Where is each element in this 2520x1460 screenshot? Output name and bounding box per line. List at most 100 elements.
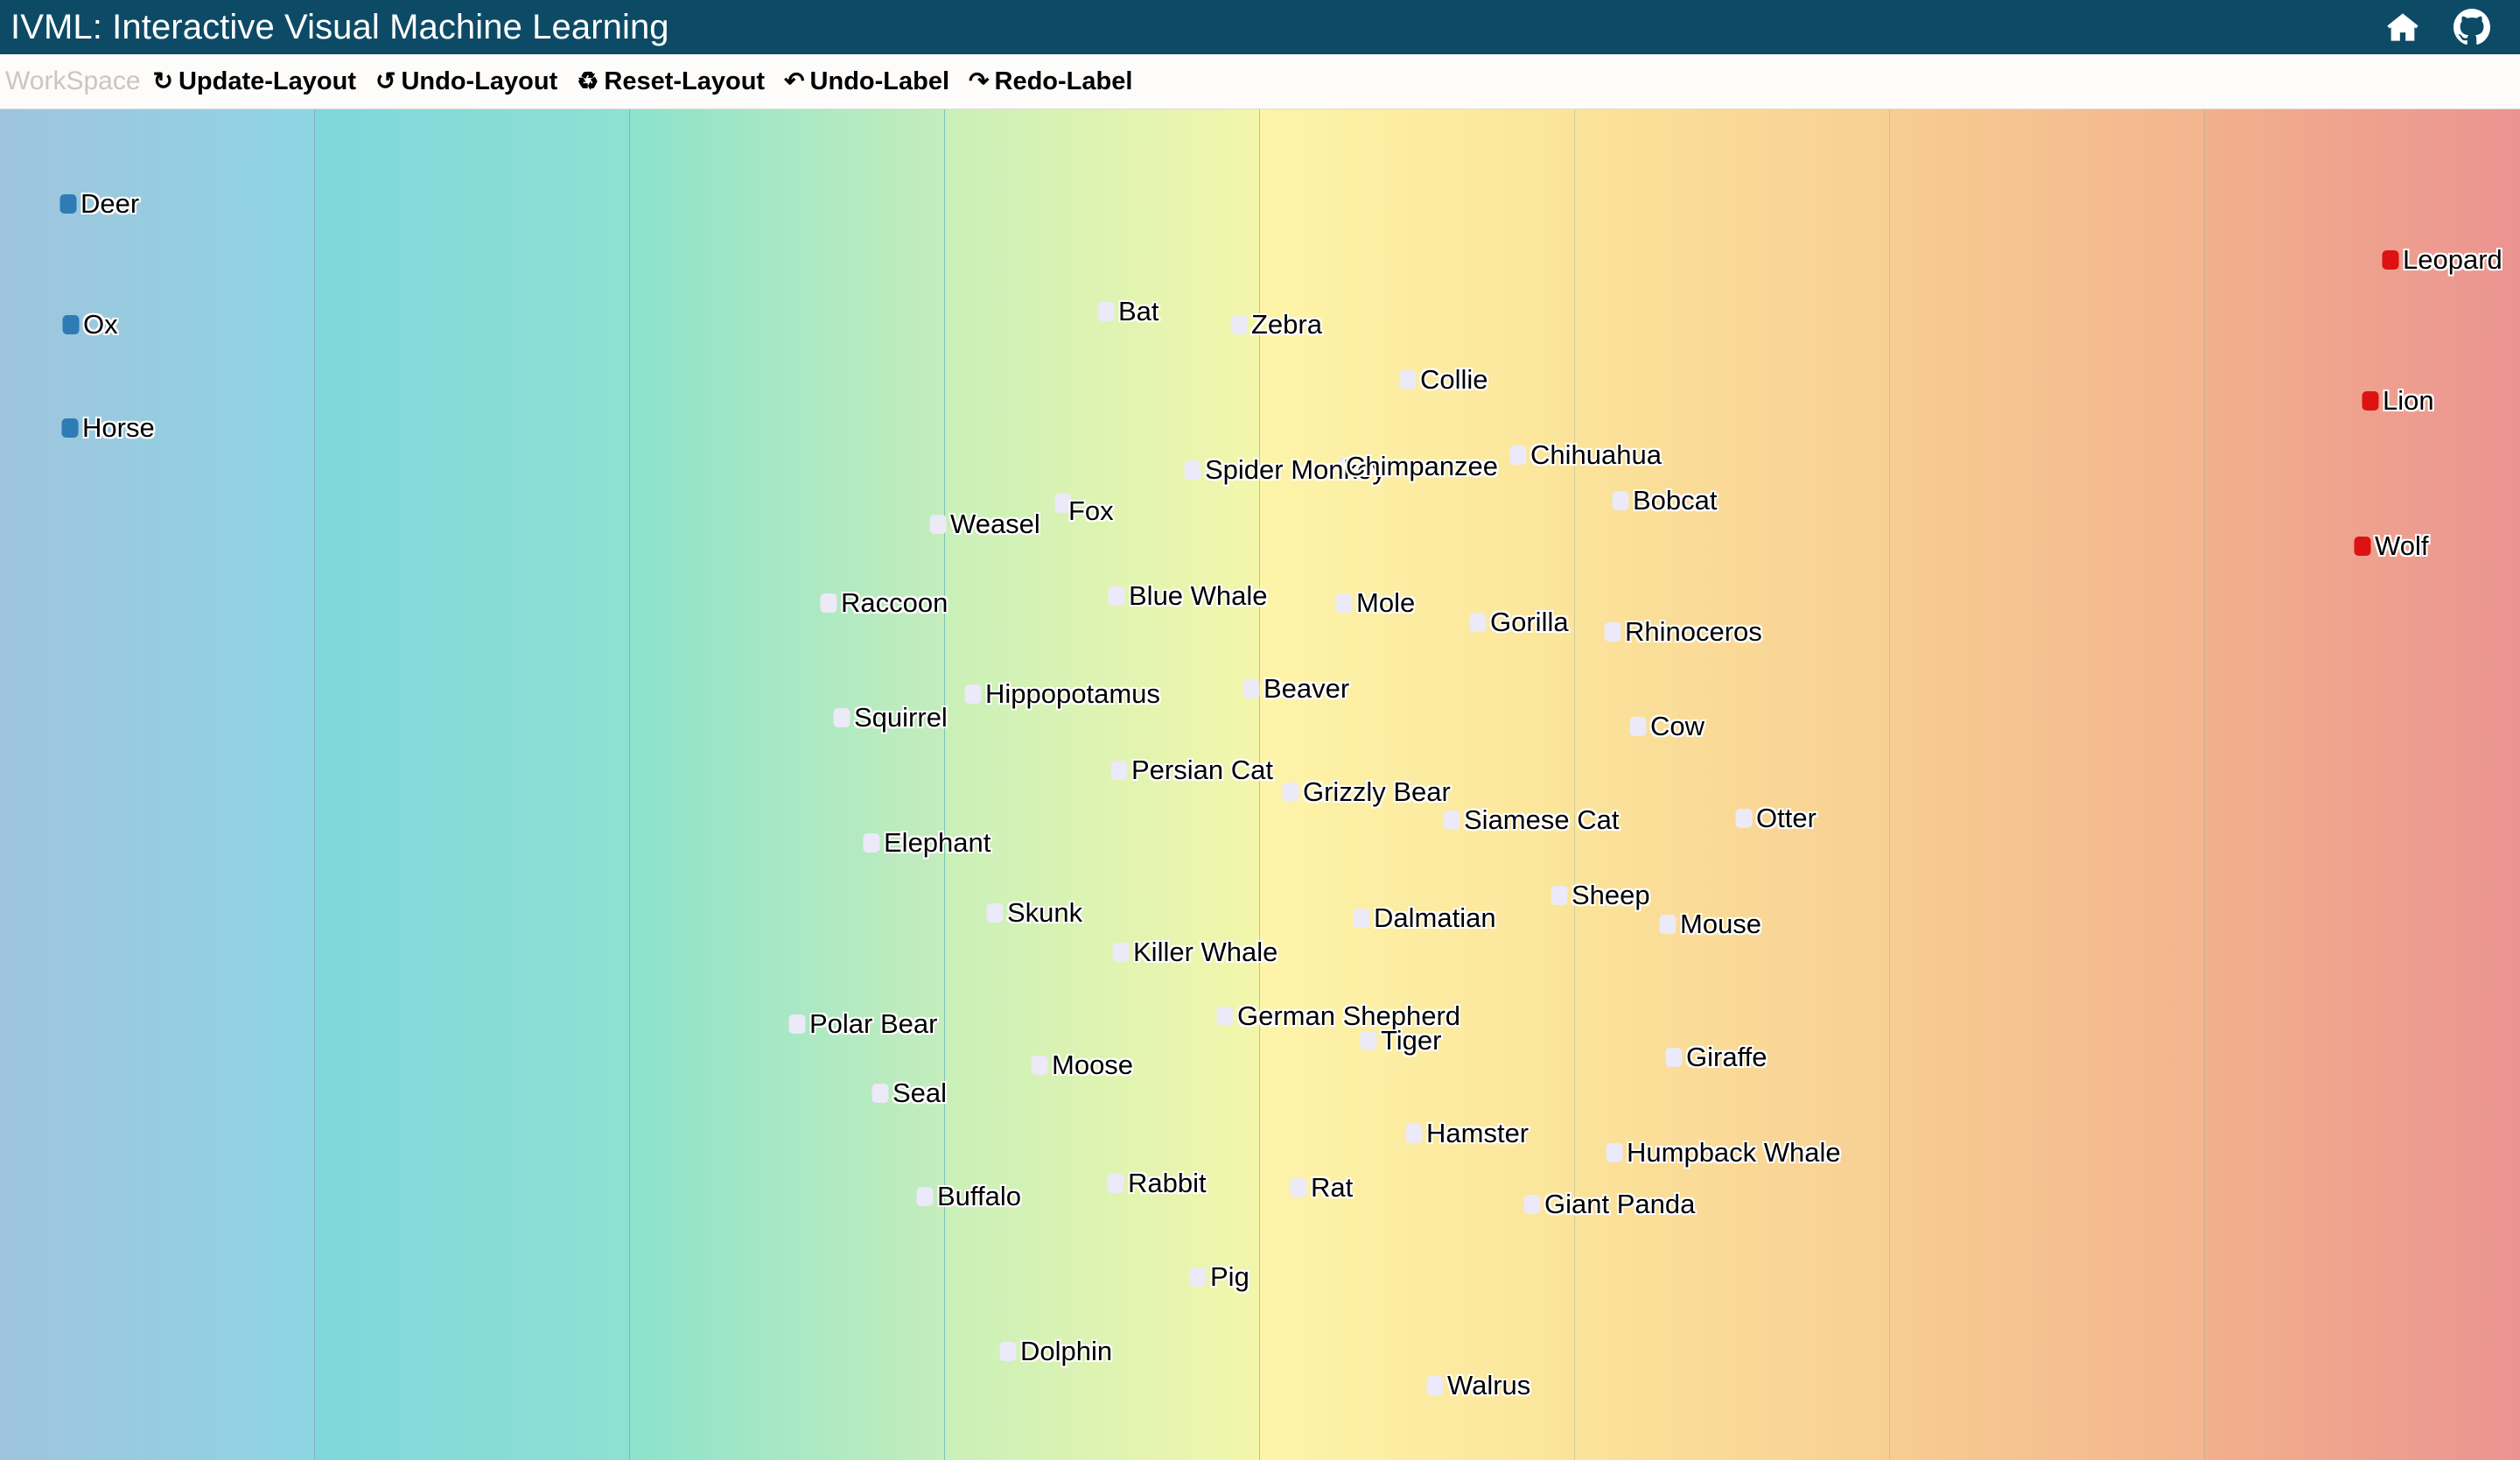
data-point-marker[interactable] <box>1112 943 1130 962</box>
data-point-label[interactable]: Ox <box>83 309 118 340</box>
data-point-label[interactable]: Collie <box>1420 364 1488 396</box>
data-point-marker[interactable] <box>833 708 850 727</box>
data-point-marker[interactable] <box>1629 717 1647 736</box>
toolbar-item-update-layout[interactable]: ↻ Update-Layout <box>153 67 356 96</box>
data-point-label[interactable]: Tiger <box>1381 1025 1441 1056</box>
data-point-label[interactable]: Dolphin <box>1020 1336 1112 1367</box>
data-point-label[interactable]: Lion <box>2383 385 2434 417</box>
data-point-marker[interactable] <box>1282 783 1299 802</box>
data-point-marker[interactable] <box>60 194 77 214</box>
data-point-marker[interactable] <box>1031 1056 1048 1075</box>
data-point-marker[interactable] <box>863 833 880 853</box>
data-point-marker[interactable] <box>1399 370 1417 390</box>
data-point-label[interactable]: Mouse <box>1680 909 1761 940</box>
data-point-label[interactable]: Wolf <box>2375 530 2428 562</box>
data-point-label[interactable]: Giant Panda <box>1544 1189 1695 1220</box>
data-point-marker[interactable] <box>999 1342 1017 1361</box>
data-point-label[interactable]: Dalmatian <box>1374 902 1496 934</box>
data-point-marker[interactable] <box>1242 679 1260 698</box>
data-point-marker[interactable] <box>1659 915 1676 934</box>
data-point-marker[interactable] <box>1107 1174 1124 1193</box>
data-point-label[interactable]: Rat <box>1311 1172 1353 1204</box>
data-point-label[interactable]: Humpback Whale <box>1627 1137 1841 1169</box>
data-point-marker[interactable] <box>1523 1195 1541 1214</box>
toolbar-item-reset-layout[interactable]: ♻ Reset-Layout <box>577 67 765 96</box>
data-point-label[interactable]: Buffalo <box>937 1181 1021 1212</box>
data-point-marker[interactable] <box>62 315 80 334</box>
data-point-label[interactable]: Deer <box>80 188 139 220</box>
data-point-marker[interactable] <box>1360 1031 1377 1050</box>
data-point-marker[interactable] <box>964 684 982 704</box>
data-point-label[interactable]: Leopard <box>2403 244 2502 276</box>
data-point-label[interactable]: Polar Bear <box>809 1008 937 1040</box>
data-point-label[interactable]: Zebra <box>1251 309 1322 340</box>
data-point-marker[interactable] <box>1469 613 1487 632</box>
data-point-label[interactable]: Bat <box>1118 296 1159 327</box>
data-point-marker[interactable] <box>1097 302 1115 321</box>
data-point-marker[interactable] <box>1735 809 1753 828</box>
data-point-label[interactable]: Chimpanzee <box>1346 451 1498 482</box>
data-point-marker[interactable] <box>1110 761 1128 780</box>
data-point-marker[interactable] <box>1108 586 1125 606</box>
data-point-label[interactable]: Seal <box>892 1077 947 1109</box>
data-point-marker[interactable] <box>1184 460 1201 480</box>
data-point-marker[interactable] <box>1426 1376 1444 1395</box>
github-icon[interactable] <box>2454 9 2490 46</box>
data-point-label[interactable]: Sheep <box>1572 880 1650 911</box>
data-point-label[interactable]: Bobcat <box>1633 485 1718 516</box>
data-point-marker[interactable] <box>2362 391 2379 411</box>
data-point-marker[interactable] <box>1216 1007 1234 1026</box>
data-point-marker[interactable] <box>1290 1178 1307 1197</box>
data-point-marker[interactable] <box>916 1187 934 1206</box>
data-point-label[interactable]: Walrus <box>1447 1370 1530 1401</box>
data-point-marker[interactable] <box>2382 250 2399 270</box>
data-point-label[interactable]: Moose <box>1052 1049 1133 1081</box>
data-point-label[interactable]: Beaver <box>1264 673 1349 705</box>
data-point-label[interactable]: Weasel <box>950 509 1040 540</box>
data-point-marker[interactable] <box>1443 811 1460 830</box>
data-point-label[interactable]: Pig <box>1210 1261 1250 1293</box>
toolbar-item-undo-label[interactable]: ↶ Undo-Label <box>784 67 949 96</box>
data-point-marker[interactable] <box>2354 537 2371 556</box>
data-point-marker[interactable] <box>1612 491 1629 510</box>
data-point-marker[interactable] <box>820 593 837 613</box>
data-point-label[interactable]: Hippopotamus <box>985 678 1160 710</box>
data-point-marker[interactable] <box>1604 622 1621 642</box>
data-point-marker[interactable] <box>1335 593 1353 613</box>
data-point-marker[interactable] <box>1353 909 1370 928</box>
data-point-label[interactable]: Elephant <box>884 827 990 859</box>
data-point-marker[interactable] <box>1509 446 1527 465</box>
data-point-label[interactable]: Raccoon <box>841 587 948 619</box>
data-point-label[interactable]: Persian Cat <box>1131 755 1273 786</box>
home-icon[interactable] <box>2385 10 2420 45</box>
data-point-marker[interactable] <box>61 418 79 438</box>
data-point-marker[interactable] <box>929 515 947 534</box>
data-point-marker[interactable] <box>788 1014 806 1034</box>
data-point-marker[interactable] <box>1405 1124 1423 1143</box>
data-point-label[interactable]: Mole <box>1356 587 1415 619</box>
data-point-label[interactable]: Rabbit <box>1128 1168 1207 1199</box>
data-point-marker[interactable] <box>1189 1267 1207 1287</box>
toolbar-item-redo-label[interactable]: ↷ Redo-Label <box>969 67 1132 96</box>
data-point-label[interactable]: Cow <box>1650 711 1704 742</box>
scatter-canvas[interactable]: Deer Ox Horse Leopard Lion Wolf Bat Zebra Collie… <box>0 109 2520 1460</box>
data-point-label[interactable]: Grizzly Bear <box>1303 776 1451 808</box>
data-point-marker[interactable] <box>1230 315 1248 334</box>
data-point-label[interactable]: Skunk <box>1007 897 1082 929</box>
data-point-marker[interactable] <box>986 903 1004 923</box>
data-point-label[interactable]: Horse <box>82 412 155 444</box>
data-point-label[interactable]: Hamster <box>1426 1118 1529 1149</box>
data-point-label[interactable]: Otter <box>1756 803 1816 834</box>
data-point-label[interactable]: Killer Whale <box>1133 937 1278 968</box>
data-point-label[interactable]: Squirrel <box>854 702 948 734</box>
data-point-label[interactable]: Rhinoceros <box>1625 616 1762 648</box>
data-point-marker[interactable] <box>1665 1048 1683 1067</box>
data-point-label[interactable]: Blue Whale <box>1129 580 1268 612</box>
data-point-label[interactable]: Siamese Cat <box>1464 804 1619 836</box>
data-point-label[interactable]: Gorilla <box>1490 607 1569 638</box>
toolbar-item-undo-layout[interactable]: ↺ Undo-Layout <box>375 67 557 96</box>
data-point-marker[interactable] <box>872 1084 889 1103</box>
data-point-label[interactable]: Chihuahua <box>1530 439 1662 471</box>
data-point-marker[interactable] <box>1606 1143 1623 1162</box>
data-point-marker[interactable] <box>1550 886 1568 905</box>
